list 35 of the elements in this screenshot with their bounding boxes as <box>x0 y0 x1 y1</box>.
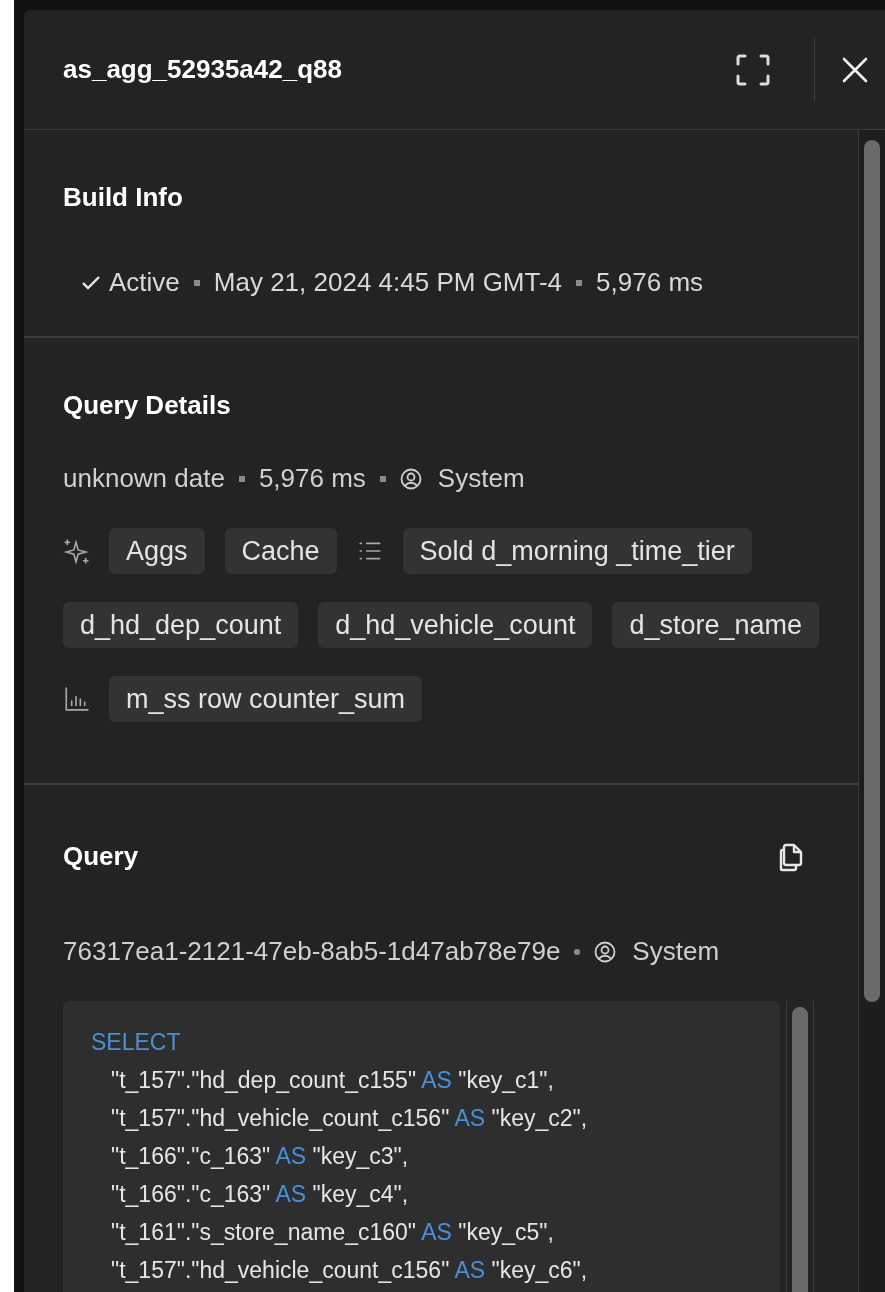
close-icon <box>842 56 868 83</box>
user-name: System <box>437 462 525 495</box>
tag-chip: d_hd_vehicle_count <box>318 602 593 648</box>
section-title: Query Details <box>63 389 232 422</box>
section-title: Build Info <box>63 181 184 214</box>
query-id: 76317ea1-2121-47eb-8ab5-1d47ab78e79e <box>63 935 561 968</box>
code-line: SELECT <box>91 1028 182 1057</box>
chart-icon <box>63 686 89 712</box>
tag-chip: Aggs <box>109 528 205 574</box>
build-duration: 5,976 ms <box>596 266 704 299</box>
user-icon <box>594 940 617 963</box>
user-icon <box>399 467 422 490</box>
query-date: unknown date <box>63 462 225 495</box>
panel-title: as_agg_52935a42_q88 <box>63 53 343 86</box>
code-line: "t_157"."hd_vehicle_count_c156" AS "key_c2", <box>110 1104 589 1133</box>
user-name: System <box>632 935 720 968</box>
tag-chip: m_ss row counter_sum <box>109 676 423 722</box>
tag-chip: d_store_name <box>612 602 820 648</box>
code-line: "t_161"."s_store_name_c160" AS "key_c5", <box>110 1218 555 1247</box>
code-line: "t_157"."hd_dep_count_c155" AS "key_c1", <box>110 1066 555 1095</box>
code-scrollbar[interactable] <box>786 1001 814 1292</box>
section-title: Query <box>63 840 140 873</box>
sparkle-icon <box>63 538 89 564</box>
code-line: "t_166"."c_163" AS "key_c4", <box>110 1180 410 1209</box>
tag-chip: d_hd_dep_count <box>63 602 299 648</box>
copy-icon <box>779 841 803 872</box>
tag-chip: Cache <box>224 528 337 574</box>
panel-scrollbar[interactable] <box>859 130 885 1292</box>
status-text: Active <box>109 266 180 299</box>
code-line: "t_166"."c_163" AS "key_c3", <box>110 1142 410 1171</box>
code-line: "t_157"."hd_vehicle_count_c156" AS "key_c6", <box>110 1256 589 1285</box>
query-duration: 5,976 ms <box>258 462 366 495</box>
tag-chip: Sold d_morning _time_tier <box>402 528 752 574</box>
expand-icon <box>735 52 771 87</box>
build-date: May 21, 2024 4:45 PM GMT-4 <box>213 266 563 299</box>
